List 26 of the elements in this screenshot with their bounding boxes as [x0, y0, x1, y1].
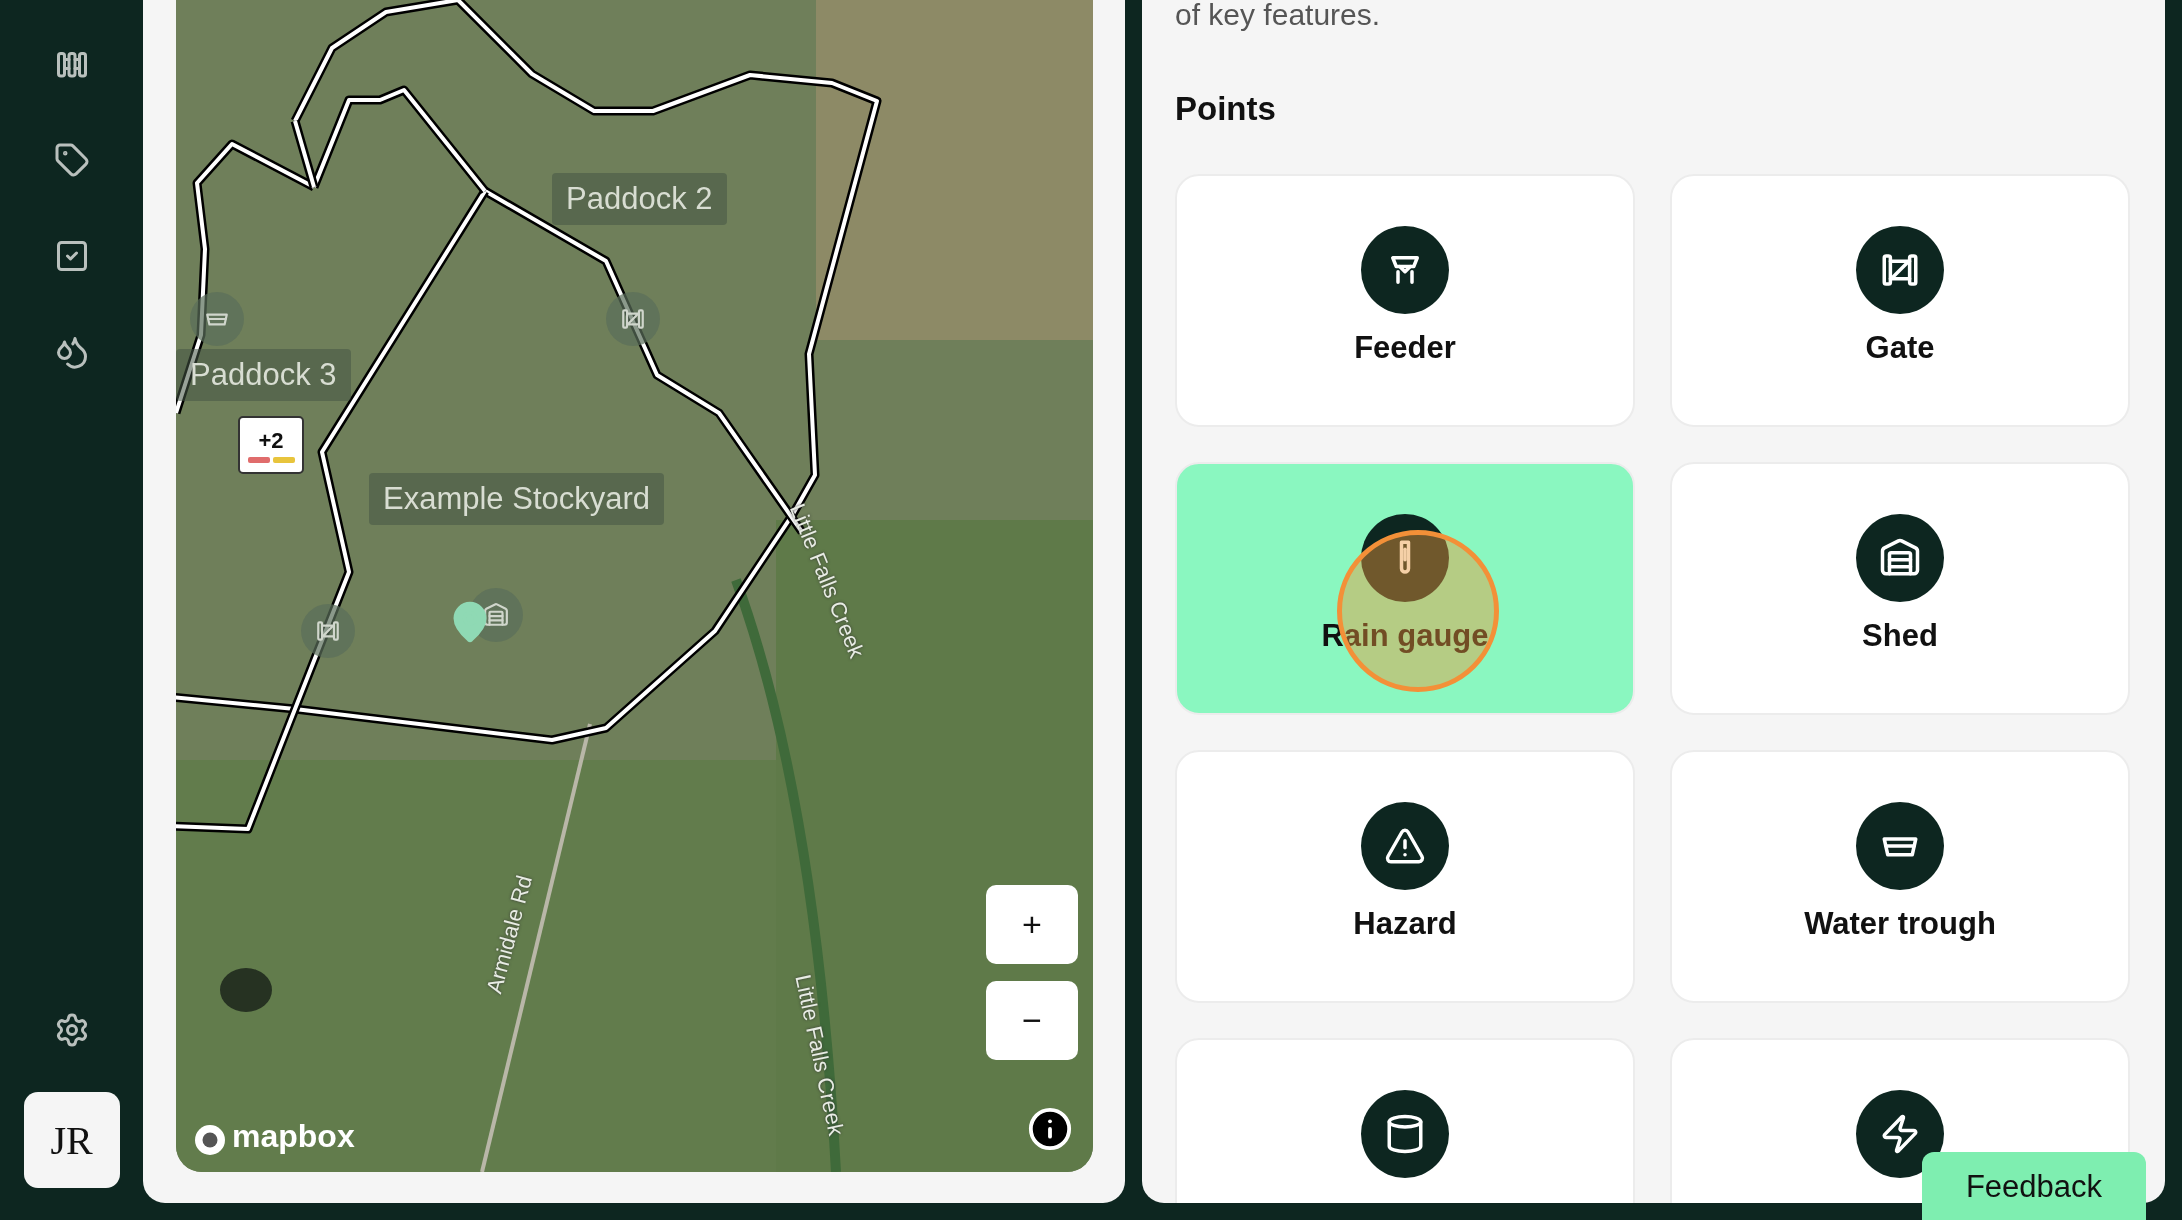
map-logo-icon [192, 1122, 228, 1158]
point-card[interactable]: Shed [1670, 462, 2130, 715]
area-label: Example Stockyard [369, 473, 665, 525]
tag-icon[interactable] [53, 142, 90, 178]
road-label: Armidale Rd [481, 872, 538, 997]
zoom-in-button[interactable]: + [986, 885, 1078, 964]
cluster-badge[interactable]: +2 [238, 416, 304, 474]
satellite-map[interactable]: Paddock 2 Paddock 3 Example Stockyard Little Falls Creek Armidale Rd Little Falls Creek +2 + − mapbox [176, 0, 1093, 1172]
area-label: Paddock 2 [552, 173, 727, 225]
feedback-toast[interactable]: Feedback [1922, 1152, 2146, 1220]
zoom-out-button[interactable]: − [986, 981, 1078, 1060]
section-heading: Points [1175, 90, 1277, 128]
gate-marker-icon[interactable] [301, 604, 355, 658]
gate-marker-icon[interactable] [606, 292, 660, 346]
point-card[interactable]: Gate [1670, 174, 2130, 427]
area-label: Paddock 3 [176, 349, 351, 401]
map-attribution[interactable]: mapbox [232, 1118, 355, 1155]
point-card[interactable]: Feeder [1175, 174, 1635, 427]
intro-text: of key features. [1175, 0, 1382, 30]
point-card[interactable]: Water trough [1670, 750, 2130, 1003]
user-avatar[interactable]: JR [23, 1092, 120, 1188]
info-icon[interactable] [1027, 1106, 1073, 1152]
creek-label: Little Falls Creek [789, 972, 849, 1138]
creek-label: Little Falls Creek [783, 500, 870, 662]
trough-marker-icon[interactable] [190, 292, 244, 346]
point-card[interactable]: Hazard [1175, 750, 1635, 1003]
